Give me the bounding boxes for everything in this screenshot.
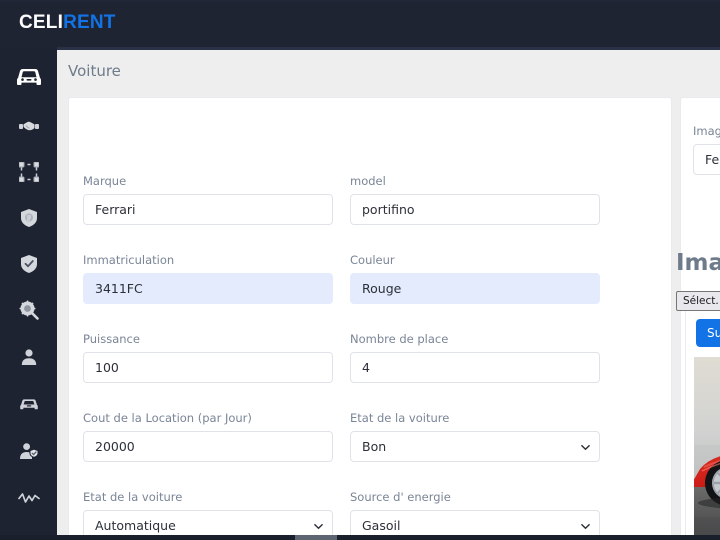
- input-puissance[interactable]: 100: [83, 352, 333, 383]
- field-image-principale: Image Principale Ferrari_Portofino_: [693, 124, 720, 175]
- input-marque[interactable]: Ferrari: [83, 194, 333, 225]
- field-couleur: Couleur Rouge: [350, 253, 600, 304]
- select-files-button[interactable]: Sélect. fichiers: [676, 291, 720, 311]
- file-upload-row[interactable]: Sélect. fichiers le-: [676, 290, 720, 311]
- field-transmission: Etat de la voiture Automatique: [83, 490, 333, 540]
- sidebar-item-partenaires[interactable]: [0, 109, 57, 143]
- select-etat-voiture[interactable]: Bon: [350, 431, 600, 462]
- page-title: Voiture: [68, 62, 121, 80]
- content-top-divider: [57, 47, 720, 50]
- activity-icon: [18, 491, 40, 505]
- car-side-icon: [19, 396, 39, 412]
- user-shield-icon: [19, 442, 39, 460]
- scrollbar-thumb[interactable]: [295, 535, 337, 540]
- field-model: model portifino: [350, 174, 600, 225]
- label-image-principale: Image Principale: [693, 124, 720, 138]
- user-icon: [20, 348, 38, 366]
- sidebar: [0, 47, 57, 540]
- content-area: Voiture Marque Ferrari model portifino I…: [57, 47, 720, 540]
- search-gear-icon: [19, 300, 39, 320]
- brand-logo[interactable]: CELIRENT: [19, 12, 116, 34]
- field-marque: Marque Ferrari: [83, 174, 333, 225]
- label-puissance: Puissance: [83, 332, 333, 346]
- input-couleur[interactable]: Rouge: [350, 273, 600, 304]
- sidebar-item-voiture[interactable]: [0, 57, 57, 97]
- car-icon: [15, 66, 43, 88]
- image-preview-card: Supprimer: [685, 309, 720, 540]
- sidebar-item-securite[interactable]: [0, 247, 57, 281]
- vector-nodes-icon: [19, 162, 39, 182]
- input-immatriculation[interactable]: 3411FC: [83, 273, 333, 304]
- sidebar-item-recherche[interactable]: [0, 293, 57, 327]
- label-couleur: Couleur: [350, 253, 600, 267]
- chevron-down-icon: [314, 522, 323, 531]
- sidebar-item-assurance[interactable]: [0, 201, 57, 235]
- brand-part-one: CELI: [19, 12, 63, 33]
- images-section-heading: Image de: [676, 250, 720, 276]
- label-etat-voiture: Etat de la voiture: [350, 411, 600, 425]
- input-cout-location[interactable]: 20000: [83, 431, 333, 462]
- chevron-down-icon: [581, 522, 590, 531]
- red-ferrari-sports-car-image: [694, 357, 720, 540]
- field-puissance: Puissance 100: [83, 332, 333, 383]
- label-marque: Marque: [83, 174, 333, 188]
- bottom-strip: [0, 535, 720, 540]
- sidebar-item-location[interactable]: [0, 387, 57, 421]
- field-nombre-place: Nombre de place 4: [350, 332, 600, 383]
- handshake-icon: [19, 118, 39, 134]
- delete-image-button[interactable]: Supprimer: [696, 319, 720, 347]
- field-cout-location: Cout de la Location (par Jour) 20000: [83, 411, 333, 462]
- field-etat-voiture: Etat de la voiture Bon: [350, 411, 600, 462]
- label-source-energie: Source d' energie: [350, 490, 600, 504]
- input-nombre-place[interactable]: 4: [350, 352, 600, 383]
- field-immatriculation: Immatriculation 3411FC: [83, 253, 333, 304]
- sidebar-item-activite[interactable]: [0, 481, 57, 515]
- label-immatriculation: Immatriculation: [83, 253, 333, 267]
- sidebar-item-client[interactable]: [0, 340, 57, 374]
- input-model[interactable]: portifino: [350, 194, 600, 225]
- sidebar-item-admin[interactable]: [0, 434, 57, 468]
- brand-part-two: RENT: [63, 12, 116, 33]
- field-source-energie: Source d' energie Gasoil: [350, 490, 600, 540]
- chevron-down-icon: [581, 443, 590, 452]
- label-model: model: [350, 174, 600, 188]
- app-root: CELIRENT: [0, 0, 720, 540]
- shield-check-icon: [20, 254, 38, 274]
- select-transmission-value: Automatique: [95, 518, 176, 533]
- label-cout-location: Cout de la Location (par Jour): [83, 411, 333, 425]
- top-bar: CELIRENT: [0, 0, 720, 47]
- car-photo: [694, 357, 720, 540]
- label-nombre-place: Nombre de place: [350, 332, 600, 346]
- shield-badge-icon: [20, 208, 38, 228]
- sidebar-item-reseau[interactable]: [0, 155, 57, 189]
- input-image-principale[interactable]: Ferrari_Portofino_: [693, 144, 720, 175]
- select-etat-voiture-value: Bon: [362, 439, 386, 454]
- label-transmission: Etat de la voiture: [83, 490, 333, 504]
- vehicle-form-card: Marque Ferrari model portifino Immatricu…: [68, 97, 672, 540]
- select-source-energie-value: Gasoil: [362, 518, 400, 533]
